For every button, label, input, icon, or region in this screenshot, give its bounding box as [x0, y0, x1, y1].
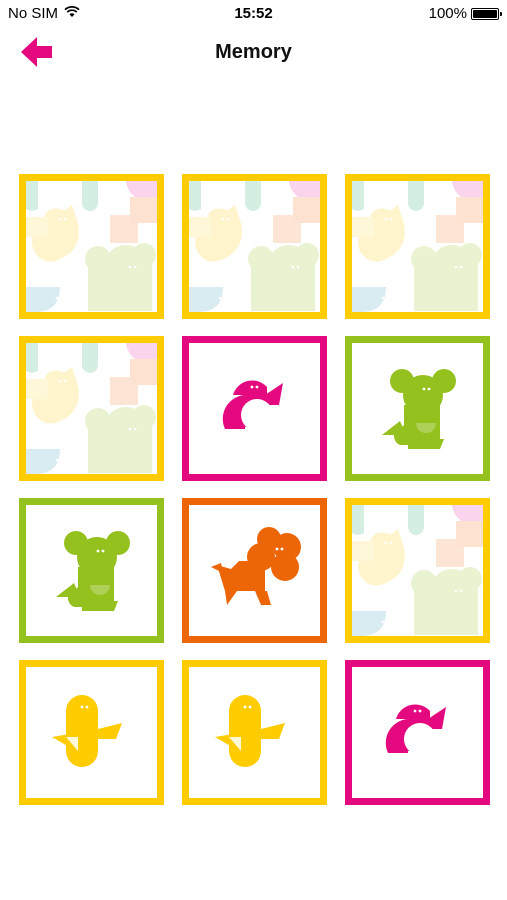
- battery-icon: [471, 7, 502, 20]
- memory-card-face-down[interactable]: [19, 336, 164, 481]
- lion-icon: [211, 527, 301, 605]
- memory-card-duck[interactable]: [19, 660, 164, 805]
- duck-icon: [52, 695, 122, 767]
- memory-card-koala[interactable]: [19, 498, 164, 643]
- memory-card-face-down[interactable]: [345, 174, 490, 319]
- memory-card-lion[interactable]: [182, 498, 327, 643]
- memory-card-koala[interactable]: [345, 336, 490, 481]
- memory-card-face-down[interactable]: [345, 498, 490, 643]
- page-title: Memory: [215, 41, 292, 63]
- penguin-icon: [385, 704, 446, 755]
- memory-card-face-down[interactable]: [182, 174, 327, 319]
- card-back-pattern: [26, 343, 157, 474]
- status-bar: No SIM 15:52 100%: [0, 0, 507, 28]
- memory-board: [19, 174, 490, 806]
- koala-icon: [382, 369, 456, 449]
- koala-icon: [56, 531, 130, 611]
- status-right: 100%: [428, 5, 502, 22]
- card-back-pattern: [352, 181, 483, 312]
- memory-card-face-down[interactable]: [19, 174, 164, 319]
- memory-card-penguin[interactable]: [345, 660, 490, 805]
- penguin-icon: [222, 380, 283, 431]
- card-back-pattern: [26, 181, 157, 312]
- card-back-pattern: [189, 181, 320, 312]
- nav-bar: Memory: [0, 28, 507, 78]
- memory-card-duck[interactable]: [182, 660, 327, 805]
- card-back-pattern: [352, 505, 483, 636]
- battery-percent: 100%: [428, 5, 467, 22]
- duck-icon: [215, 695, 285, 767]
- memory-card-penguin[interactable]: [182, 336, 327, 481]
